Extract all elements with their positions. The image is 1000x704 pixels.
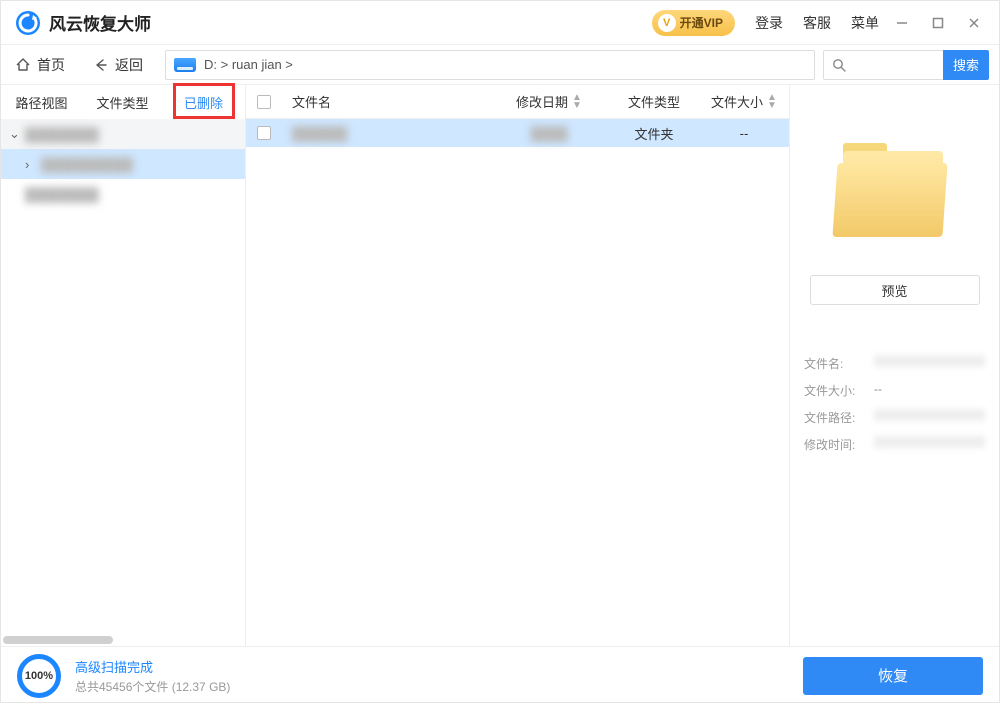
checkbox-icon[interactable] bbox=[257, 95, 271, 109]
home-button[interactable]: 首页 bbox=[1, 45, 79, 84]
service-link[interactable]: 客服 bbox=[803, 13, 831, 33]
search-icon bbox=[832, 58, 846, 72]
meta-size-value: -- bbox=[874, 382, 985, 399]
file-meta: 文件名: 文件大小: -- 文件路径: 修改时间: bbox=[804, 345, 985, 463]
folder-tree[interactable]: ⌄ ████████ › ██████████ ████████ bbox=[1, 119, 245, 646]
header-checkbox[interactable] bbox=[246, 85, 282, 118]
tab-path-view[interactable]: 路径视图 bbox=[1, 85, 82, 119]
home-label: 首页 bbox=[37, 55, 65, 75]
cell-type: 文件夹 bbox=[609, 124, 699, 143]
back-label: 返回 bbox=[115, 55, 143, 75]
left-panel: 路径视图 文件类型 已删除 ⌄ ████████ › ██████████ ██… bbox=[1, 85, 246, 646]
meta-filename-label: 文件名: bbox=[804, 355, 868, 372]
file-table: 文件名 修改日期▲▼ 文件类型 文件大小▲▼ ██████ ████ 文件夹 -… bbox=[246, 85, 789, 646]
tree-row[interactable]: › ██████████ bbox=[1, 149, 245, 179]
meta-mtime-label: 修改时间: bbox=[804, 436, 868, 453]
progress-ring: 100% bbox=[17, 654, 61, 698]
search-button[interactable]: 搜索 bbox=[943, 50, 989, 80]
cell-size: -- bbox=[699, 126, 789, 141]
vip-button[interactable]: V 开通VIP bbox=[652, 10, 735, 36]
header-size[interactable]: 文件大小▲▼ bbox=[699, 85, 789, 118]
meta-filename-value bbox=[874, 355, 985, 367]
horizontal-scrollbar[interactable] bbox=[1, 634, 245, 646]
meta-path-value bbox=[874, 409, 985, 421]
header-name[interactable]: 文件名 bbox=[282, 85, 489, 118]
tab-file-type[interactable]: 文件类型 bbox=[82, 85, 163, 119]
vip-label: 开通VIP bbox=[680, 14, 723, 31]
tree-label: ████████ bbox=[25, 127, 99, 142]
app-title: 风云恢复大师 bbox=[49, 10, 151, 35]
maximize-button[interactable] bbox=[925, 10, 951, 36]
meta-path-label: 文件路径: bbox=[804, 409, 868, 426]
back-arrow-icon bbox=[93, 57, 109, 73]
status-subtitle: 总共45456个文件 (12.37 GB) bbox=[75, 678, 230, 695]
preview-button[interactable]: 预览 bbox=[810, 275, 980, 305]
tree-row[interactable]: ⌄ ████████ bbox=[1, 119, 245, 149]
table-header: 文件名 修改日期▲▼ 文件类型 文件大小▲▼ bbox=[246, 85, 789, 119]
app-logo: 风云恢复大师 bbox=[15, 10, 151, 36]
preview-panel: 预览 文件名: 文件大小: -- 文件路径: 修改时间: bbox=[789, 85, 999, 646]
cell-date: ████ bbox=[531, 126, 568, 141]
row-checkbox[interactable] bbox=[257, 126, 271, 140]
footer: 100% 高级扫描完成 总共45456个文件 (12.37 GB) 恢复 bbox=[1, 646, 999, 704]
header-type[interactable]: 文件类型 bbox=[609, 85, 699, 118]
cell-name: ██████ bbox=[292, 126, 347, 141]
table-row[interactable]: ██████ ████ 文件夹 -- bbox=[246, 119, 789, 147]
vip-badge-icon: V bbox=[658, 14, 676, 32]
tree-label: ██████████ bbox=[41, 157, 133, 172]
breadcrumb: D: > ruan jian > bbox=[204, 57, 293, 72]
progress-value: 100% bbox=[25, 670, 53, 682]
meta-size-label: 文件大小: bbox=[804, 382, 868, 399]
minimize-button[interactable] bbox=[889, 10, 915, 36]
header-date[interactable]: 修改日期▲▼ bbox=[489, 85, 609, 118]
chevron-down-icon[interactable]: ⌄ bbox=[9, 126, 19, 142]
sort-icon: ▲▼ bbox=[572, 94, 582, 110]
close-button[interactable] bbox=[961, 10, 987, 36]
recover-button[interactable]: 恢复 bbox=[803, 657, 983, 695]
status-title: 高级扫描完成 bbox=[75, 657, 230, 676]
tree-row[interactable]: ████████ bbox=[1, 179, 245, 209]
tab-deleted[interactable]: 已删除 bbox=[163, 85, 244, 119]
back-button[interactable]: 返回 bbox=[79, 45, 157, 84]
toolbar: 首页 返回 D: > ruan jian > 搜索 bbox=[1, 45, 999, 85]
meta-mtime-value bbox=[874, 436, 985, 448]
title-bar: 风云恢复大师 V 开通VIP 登录 客服 菜单 bbox=[1, 1, 999, 45]
search-box[interactable] bbox=[823, 50, 943, 80]
scrollbar-thumb[interactable] bbox=[3, 636, 113, 644]
main-area: 路径视图 文件类型 已删除 ⌄ ████████ › ██████████ ██… bbox=[1, 85, 999, 646]
folder-preview-icon bbox=[835, 145, 955, 245]
drive-icon bbox=[174, 58, 196, 72]
search-input[interactable] bbox=[846, 57, 935, 72]
app-logo-icon bbox=[15, 10, 41, 36]
menu-link[interactable]: 菜单 bbox=[851, 13, 879, 33]
left-tabs: 路径视图 文件类型 已删除 bbox=[1, 85, 245, 119]
tree-label: ████████ bbox=[25, 187, 99, 202]
home-icon bbox=[15, 57, 31, 73]
path-box[interactable]: D: > ruan jian > bbox=[165, 50, 815, 80]
login-link[interactable]: 登录 bbox=[755, 13, 783, 33]
chevron-right-icon[interactable]: › bbox=[25, 157, 35, 172]
sort-icon: ▲▼ bbox=[767, 94, 777, 110]
table-body[interactable]: ██████ ████ 文件夹 -- bbox=[246, 119, 789, 646]
